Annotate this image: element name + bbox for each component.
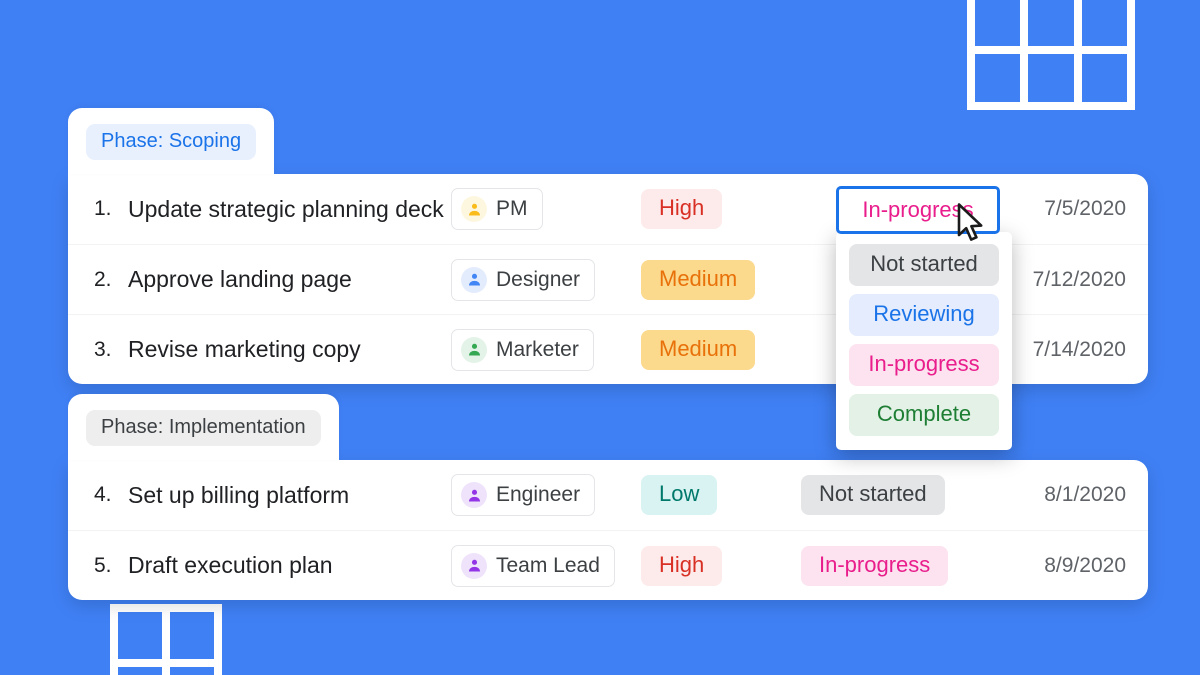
priority-cell: High xyxy=(641,545,801,586)
status-select-value: In-progress xyxy=(862,197,974,222)
table-row[interactable]: 5. Draft execution plan Team Lead High I… xyxy=(68,530,1148,600)
table-row[interactable]: 4. Set up billing platform Engineer Low … xyxy=(68,460,1148,530)
grid-cell xyxy=(975,0,1021,46)
due-date: 8/9/2020 xyxy=(1044,553,1126,577)
status-badge[interactable]: Not started xyxy=(801,475,945,515)
status-cell: Not started xyxy=(801,475,996,515)
row-number: 1. xyxy=(94,197,112,220)
row-number: 3. xyxy=(94,337,112,361)
priority-badge[interactable]: High xyxy=(641,545,723,586)
assignee-name: Designer xyxy=(496,267,581,291)
row-number: 5. xyxy=(94,553,112,577)
assignee-cell: Team Lead xyxy=(451,544,641,587)
status-select-trigger[interactable]: In-progress xyxy=(836,186,1000,234)
assignee-name: PM xyxy=(496,197,528,220)
task-title: Update strategic planning deck xyxy=(128,195,444,222)
assignee-chip[interactable]: Designer xyxy=(451,258,596,301)
row-number: 4. xyxy=(94,483,112,506)
assignee-chip[interactable]: Engineer xyxy=(451,474,596,516)
task-title: Draft execution plan xyxy=(128,552,333,578)
assignee-cell: Marketer xyxy=(451,328,641,371)
assignee-cell: PM xyxy=(451,188,641,230)
grid-cell xyxy=(1081,54,1127,102)
dropdown-option-not-started[interactable]: Not started xyxy=(849,244,999,286)
decorative-grid-bottom-left xyxy=(110,604,222,675)
dropdown-option-complete[interactable]: Complete xyxy=(849,394,999,436)
grid-cell xyxy=(975,54,1021,102)
dropdown-option-in-progress[interactable]: In-progress xyxy=(849,344,999,386)
status-dropdown-menu: Not started Reviewing In-progress Comple… xyxy=(836,232,1012,450)
assignee-name: Team Lead xyxy=(496,553,600,577)
person-icon xyxy=(468,343,480,356)
priority-badge[interactable]: Medium xyxy=(641,259,756,300)
priority-badge[interactable]: Low xyxy=(641,475,718,515)
avatar xyxy=(461,196,487,222)
task-title: Revise marketing copy xyxy=(128,336,361,362)
grid-cell xyxy=(170,612,214,659)
phase-tab[interactable]: Phase: Implementation xyxy=(68,394,339,460)
due-date: 7/14/2020 xyxy=(1032,337,1126,361)
phase-tab-label: Phase: Implementation xyxy=(86,410,321,446)
priority-badge[interactable]: High xyxy=(641,189,723,229)
avatar xyxy=(461,482,487,508)
status-cell: In-progress xyxy=(801,545,996,586)
priority-cell: Medium xyxy=(641,329,801,370)
phase-tab[interactable]: Phase: Scoping xyxy=(68,108,275,174)
priority-cell: Low xyxy=(641,475,801,515)
due-date-cell: 7/5/2020 xyxy=(996,197,1126,221)
due-date-cell: 7/12/2020 xyxy=(996,268,1126,292)
person-icon xyxy=(468,203,480,216)
assignee-name: Engineer xyxy=(496,483,581,506)
person-icon xyxy=(468,489,480,502)
due-date: 8/1/2020 xyxy=(1044,483,1126,506)
grid-cell xyxy=(118,667,162,675)
due-date-cell: 8/9/2020 xyxy=(996,554,1126,578)
due-date-cell: 8/1/2020 xyxy=(996,483,1126,507)
assignee-chip[interactable]: Team Lead xyxy=(451,544,615,587)
person-icon xyxy=(468,273,480,286)
person-icon xyxy=(468,559,480,572)
task-table: 4. Set up billing platform Engineer Low … xyxy=(68,460,1148,600)
grid-cell xyxy=(1028,54,1074,102)
status-badge[interactable]: In-progress xyxy=(801,545,949,586)
grid-cell xyxy=(1028,0,1074,46)
decorative-grid-top-right xyxy=(967,0,1135,110)
due-date-cell: 7/14/2020 xyxy=(996,338,1126,362)
assignee-name: Marketer xyxy=(496,337,579,361)
grid-cell xyxy=(1081,0,1127,46)
row-number: 2. xyxy=(94,267,112,291)
dropdown-option-reviewing[interactable]: Reviewing xyxy=(849,294,999,336)
due-date: 7/12/2020 xyxy=(1032,267,1126,291)
assignee-cell: Designer xyxy=(451,258,641,301)
due-date: 7/5/2020 xyxy=(1044,197,1126,220)
avatar xyxy=(461,266,487,293)
task-title: Set up billing platform xyxy=(128,481,350,508)
avatar xyxy=(461,552,487,579)
assignee-chip[interactable]: Marketer xyxy=(451,328,594,371)
priority-cell: High xyxy=(641,189,801,229)
task-title: Approve landing page xyxy=(128,266,352,292)
grid-cell xyxy=(170,667,214,675)
priority-badge[interactable]: Medium xyxy=(641,329,756,370)
avatar xyxy=(461,336,487,363)
phase-tab-label: Phase: Scoping xyxy=(86,124,257,160)
priority-cell: Medium xyxy=(641,259,801,300)
assignee-cell: Engineer xyxy=(451,474,641,516)
grid-cell xyxy=(118,612,162,659)
assignee-chip[interactable]: PM xyxy=(451,188,543,230)
